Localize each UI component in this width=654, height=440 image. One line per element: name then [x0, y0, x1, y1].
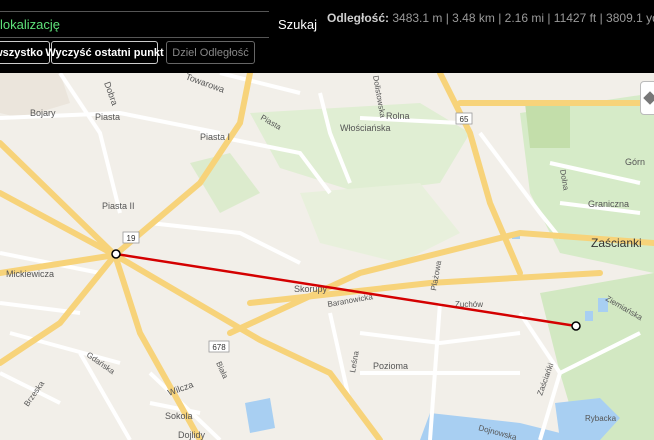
label-gorna: Górn [625, 157, 645, 167]
split-distance-button[interactable]: Dziel Odległość [166, 41, 255, 64]
label-zascianki: Zaścianki [591, 236, 642, 250]
pond [585, 311, 593, 321]
label-pozioma: Pozioma [373, 361, 408, 371]
label-piasta: Piasta [95, 112, 120, 122]
distance-readout: Odległość: 3483.1 m | 3.48 km | 2.16 mi … [327, 11, 654, 25]
clear-all-button[interactable]: Wyczyść wszystko [0, 41, 50, 64]
distance-label: Odległość: [327, 11, 390, 25]
label-rybacka: Rybacka [585, 414, 617, 423]
label-piasta-2: Piasta II [102, 201, 135, 211]
route-shield-65: 65 [455, 112, 473, 125]
label-dojlidy: Dojlidy [178, 430, 206, 440]
route-shield-65-text: 65 [460, 115, 469, 124]
search-button[interactable]: Szukaj [278, 17, 317, 32]
measure-point-end[interactable] [571, 321, 581, 331]
field-area [525, 103, 570, 148]
search-field [0, 11, 269, 38]
clear-last-point-button[interactable]: Wyczyść ostatni punkt [45, 41, 164, 64]
layers-button[interactable] [640, 81, 654, 115]
label-bojary: Bojary [30, 108, 56, 118]
measure-point-start[interactable] [111, 249, 121, 259]
label-graniczna: Graniczna [588, 199, 629, 209]
route-shield-19-text: 19 [127, 234, 136, 243]
layers-icon [643, 91, 654, 105]
search-input[interactable] [0, 12, 269, 37]
pond [245, 398, 275, 433]
map-canvas[interactable]: 65 19 678 Dobra Towarowa Bojary Piasta P… [0, 73, 654, 440]
split-distance-label: Dziel Odległość [172, 46, 249, 59]
label-mickiewicza: Mickiewicza [6, 269, 54, 279]
top-toolbar: Szukaj Odległość: 3483.1 m | 3.48 km | 2… [0, 0, 654, 73]
distance-values: 3483.1 m | 3.48 km | 2.16 mi | 11427 ft … [392, 11, 654, 25]
route-shield-19: 19 [122, 231, 140, 244]
route-shield-678-text: 678 [212, 343, 226, 352]
route-shield-678: 678 [208, 340, 230, 353]
label-wloscianska: Włościańska [340, 123, 391, 133]
map-view[interactable]: 65 19 678 Dobra Towarowa Bojary Piasta P… [0, 73, 654, 440]
label-piasta-1: Piasta I [200, 132, 230, 142]
label-rolna: Rolna [386, 111, 410, 121]
clear-last-label: Wyczyść ostatni punkt [45, 46, 164, 59]
label-sokola: Sokola [165, 411, 193, 421]
clear-all-label: Wyczyść wszystko [0, 46, 43, 59]
